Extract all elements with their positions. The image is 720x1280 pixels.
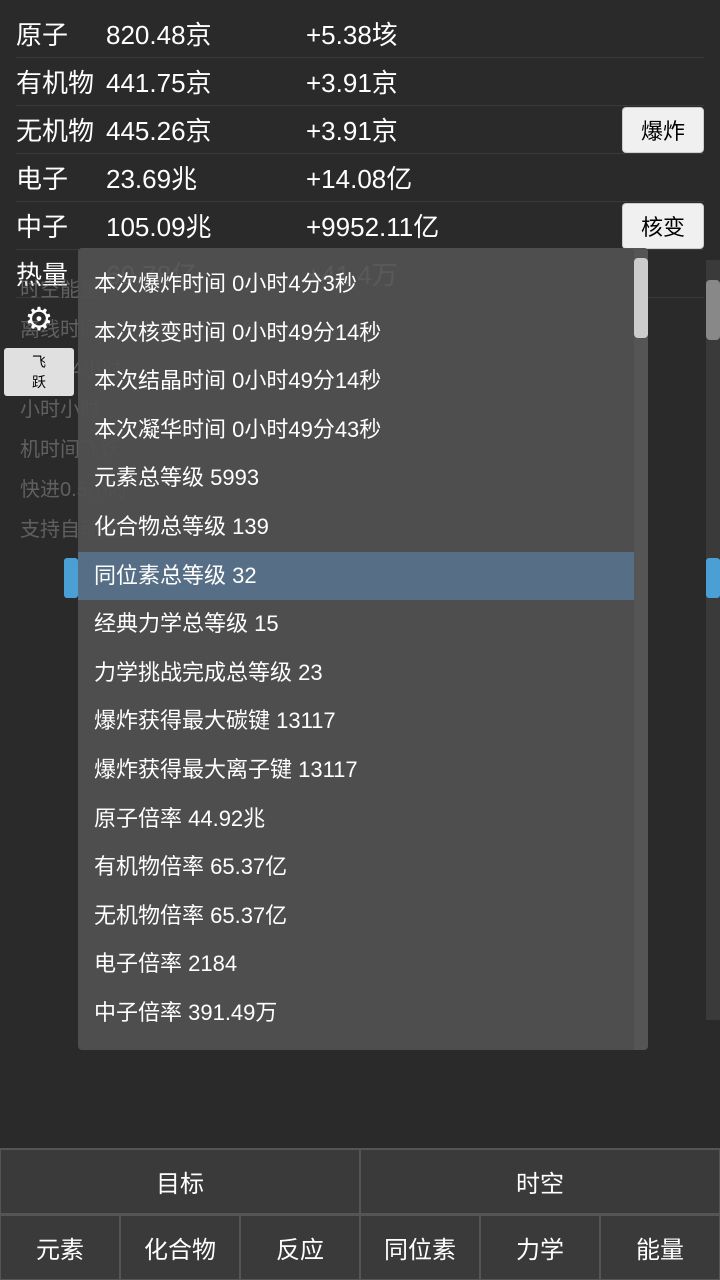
overlay-item-4: 元素总等级 5993 bbox=[94, 454, 618, 503]
overlay-item-2: 本次结晶时间 0小时49分14秒 bbox=[94, 357, 618, 406]
overlay-item-15: 中子倍率 391.49万 bbox=[94, 989, 618, 1038]
overlay-scrollbar[interactable] bbox=[634, 248, 648, 1050]
resource-value-0: 820.48京 bbox=[106, 15, 306, 52]
resource-delta-0: +5.38垓 bbox=[306, 15, 704, 52]
blue-handle-right[interactable] bbox=[706, 558, 720, 598]
resource-name-4: 中子 bbox=[16, 207, 106, 244]
left-panel: ⚙ 飞跃 bbox=[0, 290, 78, 400]
overlay-panel: 本次爆炸时间 0小时4分3秒本次核变时间 0小时49分14秒本次结晶时间 0小时… bbox=[78, 248, 648, 1050]
resource-row-2: 无机物445.26京+3.91京爆炸 bbox=[16, 106, 704, 154]
nav-row-2: 元素化合物反应同位素力学能量 bbox=[0, 1214, 720, 1280]
right-scrollbar[interactable] bbox=[706, 260, 720, 1020]
nav-btn-row1-0[interactable]: 目标 bbox=[0, 1149, 360, 1214]
resource-action-btn-2[interactable]: 爆炸 bbox=[622, 107, 704, 153]
resource-value-4: 105.09兆 bbox=[106, 207, 306, 244]
overlay-item-1: 本次核变时间 0小时49分14秒 bbox=[94, 309, 618, 358]
resource-value-2: 445.26京 bbox=[106, 111, 306, 148]
overlay-scrollbar-thumb[interactable] bbox=[634, 258, 648, 338]
right-scrollbar-thumb[interactable] bbox=[706, 280, 720, 340]
resource-delta-3: +14.08亿 bbox=[306, 159, 704, 196]
overlay-content: 本次爆炸时间 0小时4分3秒本次核变时间 0小时49分14秒本次结晶时间 0小时… bbox=[78, 248, 634, 1050]
nav-btn-row2-2[interactable]: 反应 bbox=[240, 1215, 360, 1280]
overlay-item-13: 无机物倍率 65.37亿 bbox=[94, 892, 618, 941]
resource-delta-1: +3.91京 bbox=[306, 63, 704, 100]
nav-row-1: 目标时空 bbox=[0, 1148, 720, 1214]
resource-name-0: 原子 bbox=[16, 15, 106, 52]
gear-icon[interactable]: ⚙ bbox=[14, 294, 64, 344]
resource-name-1: 有机物 bbox=[16, 63, 106, 100]
overlay-item-3: 本次凝华时间 0小时49分43秒 bbox=[94, 406, 618, 455]
resource-value-3: 23.69兆 bbox=[106, 159, 306, 196]
resource-name-3: 电子 bbox=[16, 159, 106, 196]
overlay-item-10: 爆炸获得最大离子键 13117 bbox=[94, 746, 618, 795]
resource-row-4: 中子105.09兆+9952.11亿核变 bbox=[16, 202, 704, 250]
overlay-item-0: 本次爆炸时间 0小时4分3秒 bbox=[94, 260, 618, 309]
overlay-item-8: 力学挑战完成总等级 23 bbox=[94, 649, 618, 698]
resource-delta-4: +9952.11亿 bbox=[306, 207, 622, 244]
resource-name-2: 无机物 bbox=[16, 111, 106, 148]
resource-value-1: 441.75京 bbox=[106, 63, 306, 100]
resource-row-1: 有机物441.75京+3.91京 bbox=[16, 58, 704, 106]
nav-btn-row1-1[interactable]: 时空 bbox=[360, 1149, 720, 1214]
overlay-item-6: 同位素总等级 32 bbox=[78, 552, 634, 601]
overlay-item-11: 原子倍率 44.92兆 bbox=[94, 795, 618, 844]
small-action-btn[interactable]: 飞跃 bbox=[4, 348, 74, 396]
resource-delta-2: +3.91京 bbox=[306, 111, 622, 148]
resource-action-btn-4[interactable]: 核变 bbox=[622, 203, 704, 249]
nav-btn-row2-1[interactable]: 化合物 bbox=[120, 1215, 240, 1280]
nav-btn-row2-3[interactable]: 同位素 bbox=[360, 1215, 480, 1280]
nav-btn-row2-0[interactable]: 元素 bbox=[0, 1215, 120, 1280]
nav-btn-row2-5[interactable]: 能量 bbox=[600, 1215, 720, 1280]
overlay-item-12: 有机物倍率 65.37亿 bbox=[94, 843, 618, 892]
overlay-item-9: 爆炸获得最大碳键 13117 bbox=[94, 697, 618, 746]
nav-btn-row2-4[interactable]: 力学 bbox=[480, 1215, 600, 1280]
overlay-item-5: 化合物总等级 139 bbox=[94, 503, 618, 552]
resource-row-3: 电子23.69兆+14.08亿 bbox=[16, 154, 704, 202]
bottom-nav: 目标时空 元素化合物反应同位素力学能量 bbox=[0, 1148, 720, 1280]
blue-handle-left[interactable] bbox=[64, 558, 78, 598]
overlay-item-7: 经典力学总等级 15 bbox=[94, 600, 618, 649]
overlay-item-14: 电子倍率 2184 bbox=[94, 940, 618, 989]
resource-row-0: 原子820.48京+5.38垓 bbox=[16, 10, 704, 58]
